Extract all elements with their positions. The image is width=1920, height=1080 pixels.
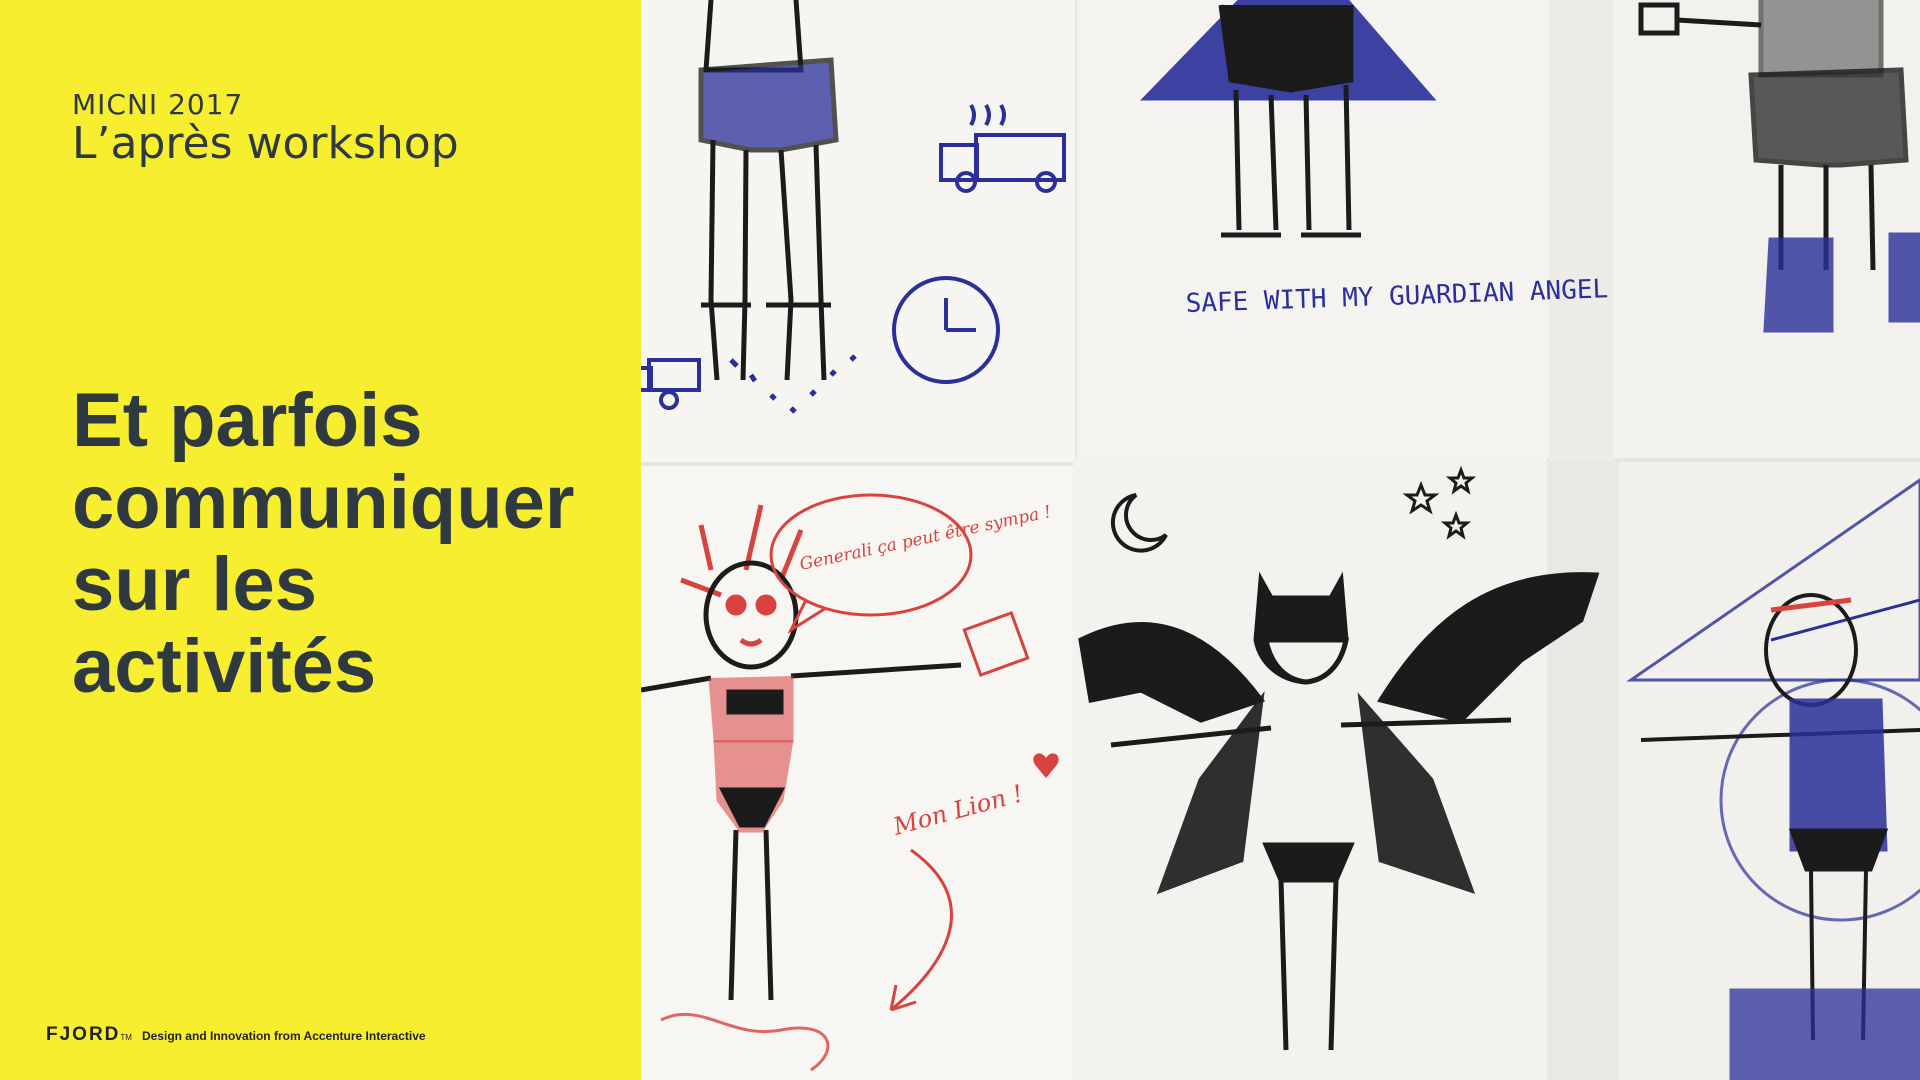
trademark-mark: TM [120, 1033, 132, 1042]
sketches-illustration: SAFE WITH MY GUARDIAN ANGEL Generali ça … [641, 0, 1920, 1080]
footer: FJORD TM Design and Innovation from Acce… [46, 1024, 426, 1046]
headline-line: communiquer [72, 460, 575, 545]
headline-line: sur les [72, 542, 318, 627]
event-label: MICNI 2017 [72, 88, 244, 121]
footer-tagline: Design and Innovation from Accenture Int… [141, 1029, 426, 1043]
title-panel: MICNI 2017 L’après workshop Et parfois c… [0, 0, 641, 1080]
sketches-photo: SAFE WITH MY GUARDIAN ANGEL Generali ça … [641, 0, 1920, 1080]
slide-headline: Et parfois communiquer sur les activités [72, 380, 632, 708]
fjord-logo: FJORD [46, 1024, 121, 1045]
slide-subtitle: L’après workshop [72, 118, 459, 169]
headline-line: activités [72, 624, 377, 709]
headline-line: Et parfois [72, 378, 423, 463]
